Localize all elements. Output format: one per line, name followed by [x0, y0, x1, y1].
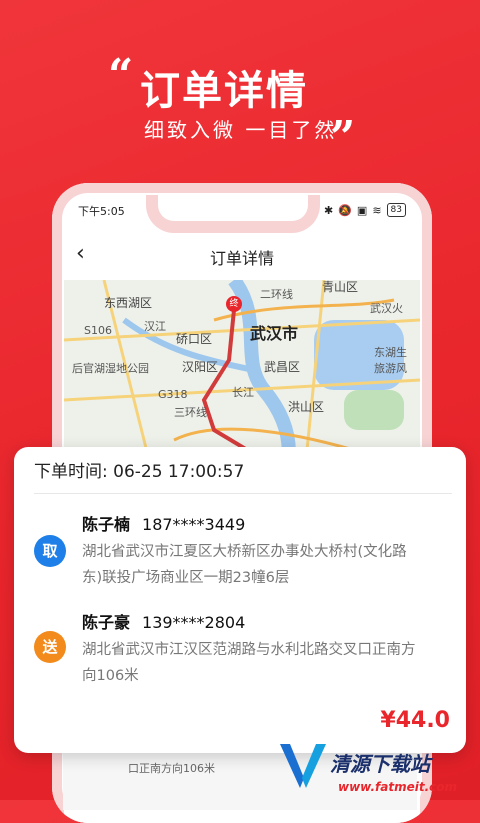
park-shape — [344, 390, 404, 430]
order-price: ¥44.0 — [380, 708, 450, 733]
map-label-ring3: 三环线 — [174, 406, 207, 419]
quote-close: ” — [330, 112, 356, 163]
app-bar: ‹ 订单详情 — [64, 235, 420, 279]
map-label-g318: G318 — [158, 388, 188, 401]
map-label-qingshan: 青山区 — [322, 280, 359, 294]
map-label-donghu-2: 旅游风 — [374, 362, 407, 375]
delivery-contact[interactable]: 陈子豪 139****2804 — [82, 609, 245, 633]
map-label-east-west-lake: 东西湖区 — [104, 296, 153, 310]
order-time: 下单时间: 06-25 17:00:57 — [34, 462, 245, 482]
destination-marker[interactable]: 终 — [226, 296, 242, 312]
promo-subtitle: 细致入微 一目了然 — [144, 118, 338, 142]
status-icons: ✱ 🔕 ▣ ≋ 83 — [324, 203, 406, 217]
map-label-hanyang: 汉阳区 — [182, 360, 219, 374]
status-time: 下午5:05 — [78, 205, 125, 218]
quote-open: “ — [108, 50, 134, 101]
map-label-hongshan: 洪山区 — [288, 400, 325, 414]
bluetooth-icon: ✱ — [324, 203, 334, 217]
pickup-name: 陈子楠 — [82, 515, 131, 534]
background-card-text: 口正南方向106米 — [128, 762, 215, 775]
promo-title: 订单详情 — [140, 68, 308, 114]
delivery-phone[interactable]: 139****2804 — [142, 613, 245, 632]
watermark-logo — [280, 744, 326, 788]
order-detail-card: 下单时间: 06-25 17:00:57 取 陈子楠 187****3449 湖北… — [14, 447, 466, 753]
pickup-contact[interactable]: 陈子楠 187****3449 — [82, 511, 245, 535]
map-label-changjiang: 长江 — [232, 386, 254, 399]
sim-icon: ▣ — [356, 203, 368, 217]
pickup-badge: 取 — [34, 535, 66, 567]
pickup-phone[interactable]: 187****3449 — [142, 515, 245, 534]
map-label-hanjiang: 汉江 — [144, 320, 166, 333]
watermark: 清源下载站 www.fatmeit.com — [278, 738, 478, 798]
map-label-wuchang: 武昌区 — [264, 360, 301, 374]
watermark-url: www.fatmeit.com — [338, 780, 458, 794]
status-bar: 下午5:05 ✱ 🔕 ▣ ≋ 83 — [78, 201, 406, 221]
map-label-city: 武汉市 — [250, 324, 299, 343]
wifi-icon: ≋ — [372, 203, 382, 217]
app-bar-title: 订单详情 — [209, 249, 274, 268]
delivery-badge: 送 — [34, 631, 66, 663]
map-label-hougong: 后官湖湿地公园 — [72, 362, 149, 375]
map-label-wuhan-station: 武汉火 — [370, 302, 403, 315]
delivery-name: 陈子豪 — [82, 613, 131, 632]
watermark-title: 清源下载站 — [330, 752, 430, 776]
delivery-address: 湖北省武汉市江汉区范湖路与水利北路交叉口正南方向106米 — [82, 642, 416, 684]
battery-icon: 83 — [386, 203, 406, 217]
card-divider — [34, 493, 452, 494]
map-label-donghu: 东湖生 — [374, 346, 407, 359]
map-label-s106: S106 — [84, 324, 112, 337]
pickup-address: 湖北省武汉市江夏区大桥新区办事处大桥村(文化路东)联投广场商业区一期23幢6层 — [82, 544, 407, 586]
map-label-ring2: 二环线 — [260, 288, 293, 301]
map-label-qiaokou: 硚口区 — [176, 332, 213, 346]
mute-icon: 🔕 — [338, 203, 352, 217]
